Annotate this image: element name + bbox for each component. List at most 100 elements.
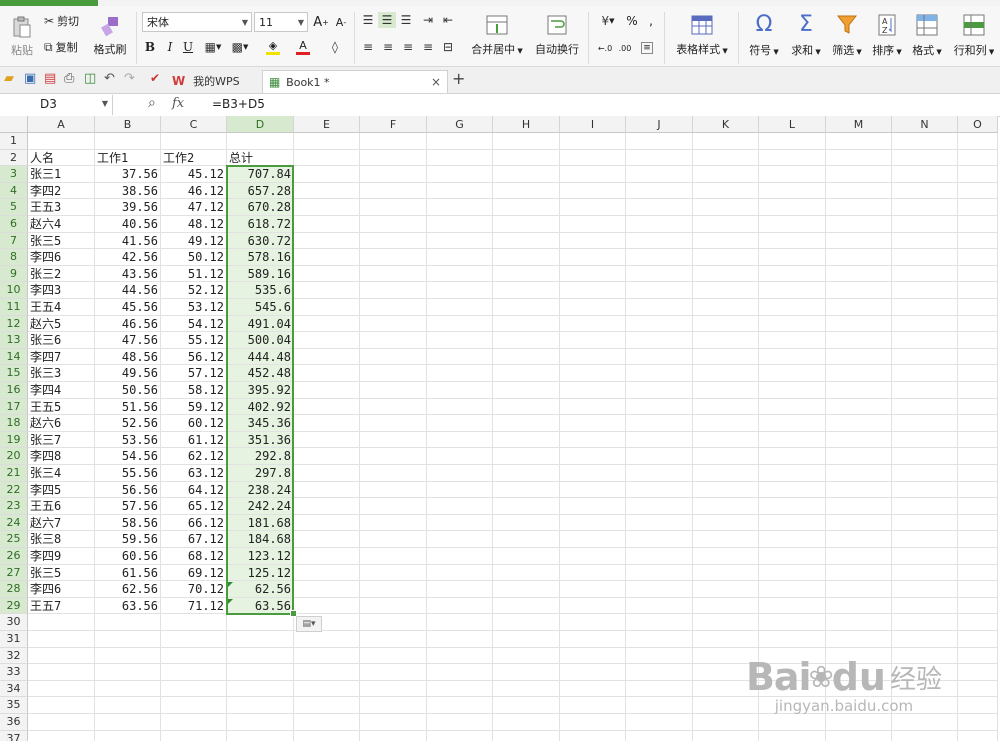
empty-cell[interactable] (360, 365, 427, 382)
cell-b16[interactable]: 50.56 (95, 382, 161, 399)
empty-cell[interactable] (360, 614, 427, 631)
empty-cell[interactable] (427, 431, 493, 449)
empty-cell[interactable] (360, 680, 427, 698)
empty-cell[interactable] (826, 448, 892, 465)
empty-cell[interactable] (28, 697, 95, 714)
empty-cell[interactable] (493, 382, 560, 399)
empty-cell[interactable] (826, 216, 892, 233)
row-header[interactable]: 33 (0, 664, 28, 681)
empty-cell[interactable] (95, 631, 161, 648)
formula-input[interactable]: =B3+D5 (212, 97, 265, 111)
empty-cell[interactable] (759, 348, 826, 366)
empty-cell[interactable] (693, 498, 759, 515)
empty-cell[interactable] (892, 282, 958, 299)
distribute-button[interactable]: ⊟ (440, 39, 456, 55)
clear-format-button[interactable]: ◊ (324, 38, 346, 56)
empty-cell[interactable] (560, 597, 626, 615)
cell-d6[interactable]: 618.72 (227, 216, 294, 233)
empty-cell[interactable] (693, 514, 759, 532)
empty-cell[interactable] (161, 614, 227, 631)
empty-cell[interactable] (826, 166, 892, 183)
row-header[interactable]: 9 (0, 265, 28, 283)
column-header-g[interactable]: G (427, 116, 493, 133)
empty-cell[interactable] (626, 664, 693, 681)
cell-b24[interactable]: 58.56 (95, 514, 161, 532)
empty-cell[interactable] (693, 548, 759, 565)
empty-cell[interactable] (227, 631, 294, 648)
indent-button[interactable]: ⇥ (420, 12, 436, 28)
cell-b13[interactable]: 47.56 (95, 332, 161, 349)
thousands-button[interactable]: , (644, 12, 658, 30)
empty-cell[interactable] (759, 531, 826, 548)
cell-d12[interactable]: 491.04 (227, 315, 294, 333)
empty-cell[interactable] (427, 498, 493, 515)
row-header[interactable]: 25 (0, 531, 28, 548)
cell-c3[interactable]: 45.12 (161, 166, 227, 183)
empty-cell[interactable] (28, 631, 95, 648)
cell-a21[interactable]: 张三4 (28, 465, 95, 482)
row-header[interactable]: 14 (0, 348, 28, 366)
empty-cell[interactable] (294, 166, 360, 183)
merge-center-button[interactable]: 合并居中 ▼ (468, 10, 526, 62)
empty-cell[interactable] (892, 465, 958, 482)
empty-cell[interactable] (958, 166, 998, 183)
empty-cell[interactable] (427, 216, 493, 233)
empty-cell[interactable] (560, 730, 626, 741)
empty-cell[interactable] (161, 697, 227, 714)
empty-cell[interactable] (161, 133, 227, 150)
empty-cell[interactable] (693, 332, 759, 349)
cell-d13[interactable]: 500.04 (227, 332, 294, 349)
cell-a27[interactable]: 张三5 (28, 564, 95, 582)
empty-cell[interactable] (626, 398, 693, 416)
empty-cell[interactable] (493, 415, 560, 432)
row-header[interactable]: 36 (0, 714, 28, 731)
empty-cell[interactable] (693, 415, 759, 432)
align-center-button[interactable]: ≡ (380, 39, 396, 55)
empty-cell[interactable] (493, 714, 560, 731)
empty-cell[interactable] (560, 133, 626, 150)
empty-cell[interactable] (759, 498, 826, 515)
row-header[interactable]: 28 (0, 581, 28, 598)
empty-cell[interactable] (560, 315, 626, 333)
row-header[interactable]: 2 (0, 149, 28, 167)
empty-cell[interactable] (759, 315, 826, 333)
empty-cell[interactable] (958, 249, 998, 266)
column-header-h[interactable]: H (493, 116, 560, 133)
empty-cell[interactable] (626, 249, 693, 266)
empty-cell[interactable] (759, 398, 826, 416)
empty-cell[interactable] (161, 631, 227, 648)
fill-pattern-button[interactable]: ▩ ▼ (228, 38, 252, 56)
empty-cell[interactable] (826, 265, 892, 283)
cell-a2[interactable]: 人名 (28, 149, 95, 167)
empty-cell[interactable] (826, 382, 892, 399)
empty-cell[interactable] (560, 514, 626, 532)
empty-cell[interactable] (294, 465, 360, 482)
cell-a7[interactable]: 张三5 (28, 232, 95, 250)
row-header[interactable]: 13 (0, 332, 28, 349)
row-header[interactable]: 5 (0, 199, 28, 216)
empty-cell[interactable] (626, 315, 693, 333)
empty-cell[interactable] (892, 398, 958, 416)
bold-button[interactable]: B (142, 38, 158, 56)
row-header[interactable]: 24 (0, 514, 28, 532)
cell-b4[interactable]: 38.56 (95, 182, 161, 200)
empty-cell[interactable] (493, 514, 560, 532)
empty-cell[interactable] (493, 680, 560, 698)
empty-cell[interactable] (892, 730, 958, 741)
cell-d7[interactable]: 630.72 (227, 232, 294, 250)
empty-cell[interactable] (958, 398, 998, 416)
empty-cell[interactable] (958, 614, 998, 631)
empty-cell[interactable] (892, 415, 958, 432)
empty-cell[interactable] (294, 199, 360, 216)
empty-cell[interactable] (493, 697, 560, 714)
copy-button[interactable]: ⧉ 复制 (44, 38, 78, 56)
empty-cell[interactable] (759, 564, 826, 582)
row-header[interactable]: 19 (0, 431, 28, 449)
format-button[interactable]: 格式 ▼ (908, 10, 946, 62)
empty-cell[interactable] (759, 431, 826, 449)
empty-cell[interactable] (759, 597, 826, 615)
empty-cell[interactable] (826, 481, 892, 499)
row-header[interactable]: 31 (0, 631, 28, 648)
empty-cell[interactable] (360, 730, 427, 741)
empty-cell[interactable] (427, 465, 493, 482)
